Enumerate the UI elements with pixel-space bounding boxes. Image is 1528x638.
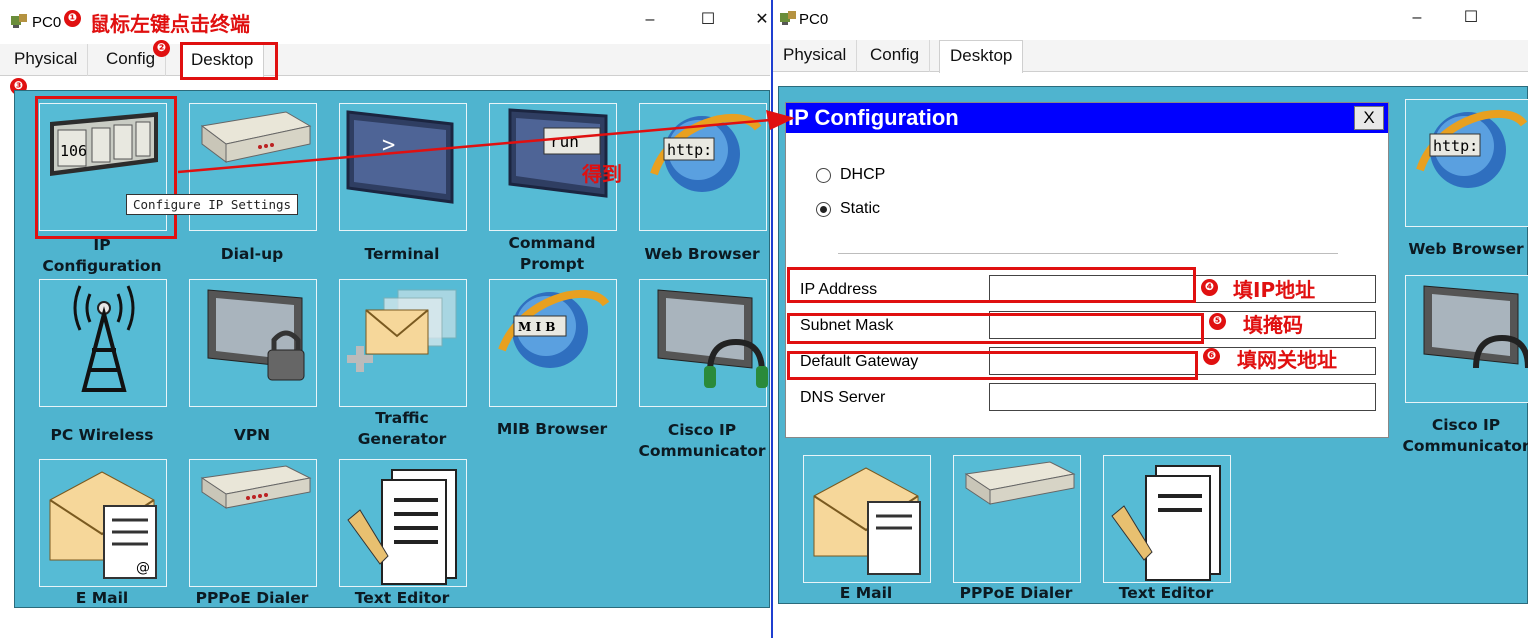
arrow-head [766,110,795,130]
arrow-shaft [177,118,771,174]
red-arrow [177,110,795,174]
